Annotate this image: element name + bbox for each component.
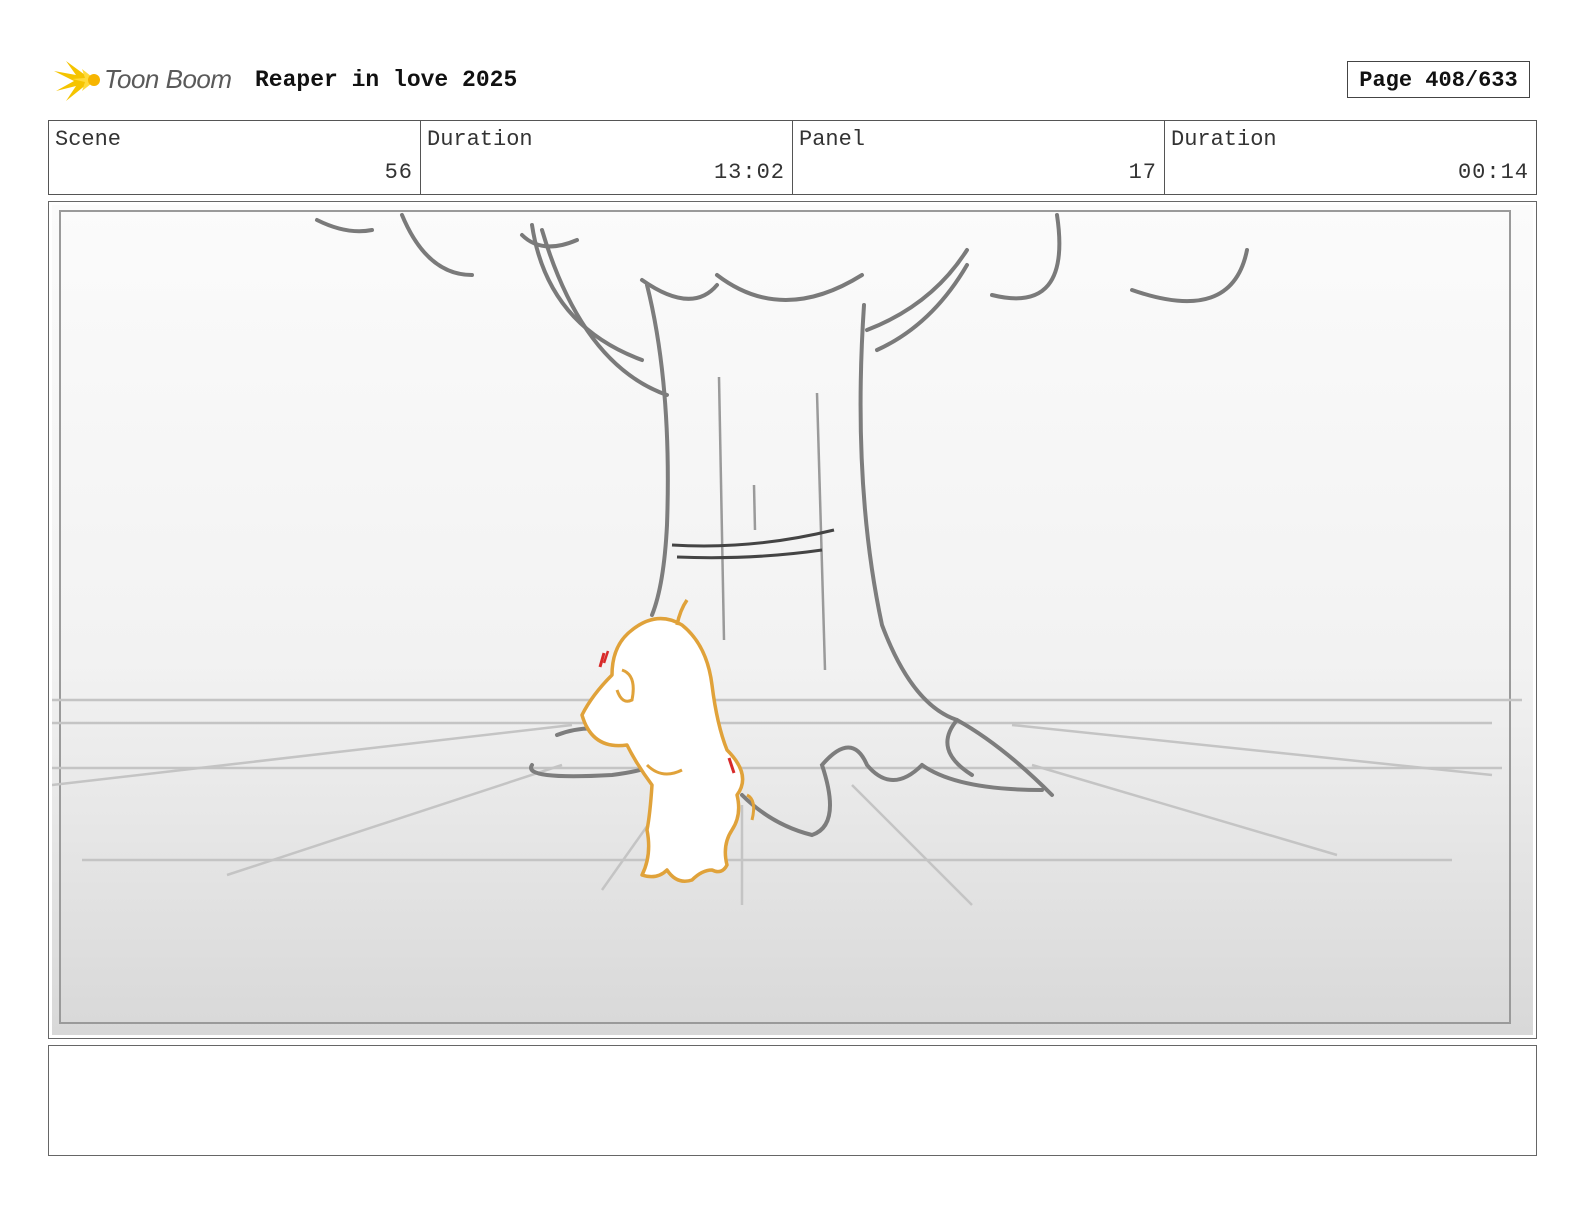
- panel-sketch: [52, 205, 1533, 1035]
- storyboard-header: Toon Boom Reaper in love 2025 Page 408/6…: [52, 55, 1532, 105]
- panel-notes-box: [48, 1045, 1537, 1156]
- toon-boom-logo: Toon Boom: [52, 55, 242, 105]
- page-counter: Page 408/633: [1347, 61, 1530, 98]
- scene-duration-cell: Duration 13:02: [421, 121, 793, 194]
- logo-wordmark: Toon Boom: [104, 64, 232, 94]
- storyboard-panel: [48, 201, 1537, 1039]
- panel-label: Panel: [799, 127, 866, 152]
- panel-cell: Panel 17: [793, 121, 1165, 194]
- panel-duration-value: 00:14: [1457, 160, 1529, 185]
- starburst-icon: [54, 61, 100, 101]
- scene-label: Scene: [55, 127, 122, 152]
- project-title: Reaper in love 2025: [255, 67, 518, 93]
- scene-duration-label: Duration: [427, 127, 533, 152]
- panel-duration-label: Duration: [1171, 127, 1277, 152]
- scene-duration-value: 13:02: [713, 160, 785, 185]
- scene-value: 56: [384, 160, 413, 185]
- panel-value: 17: [1128, 160, 1157, 185]
- tree-sketch-drawing: [52, 205, 1533, 1035]
- panel-duration-cell: Duration 00:14: [1165, 121, 1536, 194]
- scene-cell: Scene 56: [49, 121, 421, 194]
- panel-info-table: Scene 56 Duration 13:02 Panel 17 Duratio…: [48, 120, 1537, 195]
